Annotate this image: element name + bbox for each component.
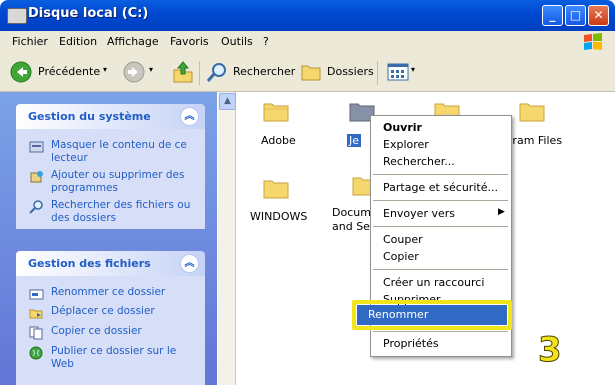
task-publish-web[interactable]: Publier ce dossier sur le Web	[51, 345, 196, 371]
folder-label-selected[interactable]: Je	[347, 134, 362, 147]
task-hide-drive-contents[interactable]: Masquer le contenu de ce lecteur	[51, 139, 196, 165]
hide-drive-icon	[29, 141, 44, 153]
rename-folder-icon	[29, 289, 44, 300]
search-button-label[interactable]: Rechercher	[233, 65, 295, 78]
menu-separator	[373, 331, 508, 332]
folder-icon[interactable]	[263, 100, 289, 122]
search-icon[interactable]	[206, 61, 228, 83]
window-title: Disque local (C:)	[28, 6, 149, 21]
menu-item-explore[interactable]: Explorer	[383, 138, 429, 151]
menu-favoris[interactable]: Favoris	[170, 35, 209, 48]
folder-icon[interactable]	[519, 100, 545, 122]
back-button-label[interactable]: Précédente	[38, 65, 100, 78]
menu-item-open[interactable]: Ouvrir	[383, 121, 422, 134]
minimize-button[interactable]: _	[542, 5, 563, 26]
step-number: 3	[538, 330, 563, 371]
folders-icon[interactable]	[300, 62, 322, 82]
task-copy-folder[interactable]: Copier ce dossier	[51, 325, 196, 338]
menu-separator	[373, 174, 508, 175]
maximize-button[interactable]: □	[565, 5, 586, 26]
menu-item-copy[interactable]: Copier	[383, 250, 419, 263]
publish-web-icon	[29, 346, 43, 360]
collapse-chevron-icon[interactable]: ︽	[180, 254, 199, 273]
menu-item-properties[interactable]: Propriétés	[383, 337, 439, 350]
menu-separator	[373, 226, 508, 227]
task-rename-folder[interactable]: Renommer ce dossier	[51, 286, 196, 299]
menu-edition[interactable]: Edition	[59, 35, 97, 48]
menu-separator	[373, 269, 508, 270]
drive-icon	[7, 8, 27, 24]
folder-label-adobe[interactable]: Adobe	[261, 134, 296, 147]
move-folder-icon	[29, 309, 43, 319]
add-remove-programs-icon	[30, 171, 43, 183]
submenu-arrow-icon: ▶	[498, 207, 505, 217]
toolbar-separator	[377, 61, 378, 85]
menu-item-search[interactable]: Rechercher...	[383, 155, 455, 168]
up-folder-icon[interactable]	[172, 60, 194, 84]
folders-button-label[interactable]: Dossiers	[327, 65, 374, 78]
copy-folder-icon	[29, 326, 43, 340]
system-tasks-title: Gestion du système	[28, 110, 151, 123]
views-icon[interactable]	[387, 62, 409, 82]
close-button[interactable]: ✕	[588, 5, 609, 26]
system-tasks-body: Masquer le contenu de ce lecteur Ajouter…	[16, 129, 205, 229]
views-dropdown-icon[interactable]: ▾	[411, 65, 415, 74]
back-dropdown-icon[interactable]: ▾	[103, 65, 107, 74]
menu-separator	[373, 200, 508, 201]
forward-arrow-icon[interactable]	[123, 61, 145, 83]
menu-fichier[interactable]: Fichier	[12, 35, 48, 48]
forward-dropdown-icon[interactable]: ▾	[149, 65, 153, 74]
menu-item-send-to[interactable]: Envoyer vers	[383, 207, 455, 220]
file-tasks-header[interactable]: Gestion des fichiers ︽	[16, 251, 205, 276]
task-pane: Gestion du système ︽ Masquer le contenu …	[0, 92, 217, 385]
file-tasks-title: Gestion des fichiers	[28, 257, 151, 270]
collapse-chevron-icon[interactable]: ︽	[180, 107, 199, 126]
toolbar: Précédente ▾ ▾ Rechercher Dossiers ▾	[0, 53, 615, 92]
menu-item-cut[interactable]: Couper	[383, 233, 423, 246]
system-tasks-header[interactable]: Gestion du système ︽	[16, 104, 205, 129]
menu-affichage[interactable]: Affichage	[107, 35, 159, 48]
back-arrow-icon[interactable]	[10, 61, 32, 83]
task-add-remove-programs[interactable]: Ajouter ou supprimer des programmes	[51, 169, 196, 195]
folder-label-windows[interactable]: WINDOWS	[250, 210, 307, 223]
callout-highlight-box	[352, 300, 512, 330]
scroll-up-arrow-icon[interactable]: ▲	[219, 93, 236, 110]
menu-item-sharing[interactable]: Partage et sécurité...	[383, 181, 498, 194]
task-move-folder[interactable]: Déplacer ce dossier	[51, 305, 196, 318]
vertical-scrollbar[interactable]	[218, 92, 236, 385]
menu-bar: Fichier Edition Affichage Favoris Outils…	[0, 31, 615, 54]
windows-logo-icon	[584, 33, 602, 50]
toolbar-separator	[199, 61, 200, 85]
menu-item-create-shortcut[interactable]: Créer un raccourci	[383, 276, 484, 289]
search-files-icon	[29, 200, 43, 214]
file-tasks-body: Renommer ce dossier Déplacer ce dossier …	[16, 276, 205, 385]
folder-icon[interactable]	[263, 177, 289, 199]
menu-outils[interactable]: Outils	[221, 35, 253, 48]
menu-help[interactable]: ?	[263, 35, 269, 48]
task-search-files[interactable]: Rechercher des fichiers ou des dossiers	[51, 199, 196, 225]
